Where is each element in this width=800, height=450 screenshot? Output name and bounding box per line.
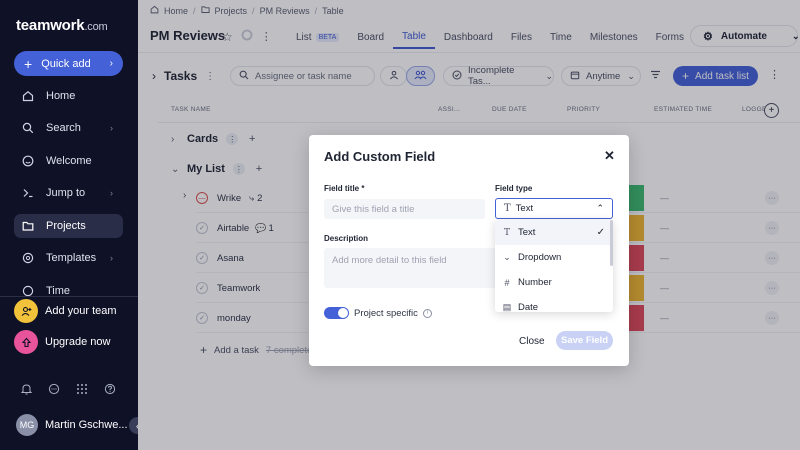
- date-icon: ▤: [502, 302, 512, 312]
- chevron-right-icon: ›: [110, 188, 113, 198]
- add-custom-field-dialog: Add Custom Field ✕ Field title * Field t…: [309, 135, 629, 366]
- home-icon: [21, 90, 35, 102]
- search-icon: [21, 122, 35, 134]
- upgrade-icon: [14, 330, 38, 354]
- number-icon: #: [504, 277, 510, 288]
- sidebar-item-time[interactable]: Time: [14, 279, 123, 296]
- sidebar-bottom-icons: [20, 383, 116, 395]
- sidebar-item-search[interactable]: Search ›: [14, 116, 123, 140]
- option-label: Text: [518, 227, 536, 238]
- sidebar-item-welcome[interactable]: Welcome: [14, 149, 123, 173]
- logo-suffix: .com: [84, 21, 108, 33]
- apps-grid-icon[interactable]: [76, 383, 88, 395]
- upgrade-now-button[interactable]: Upgrade now: [14, 329, 110, 355]
- sidebar-item-label: Time: [46, 285, 71, 296]
- chevron-right-icon: ›: [110, 253, 113, 263]
- quick-add-button[interactable]: + Quick add ›: [14, 51, 123, 76]
- text-icon: T: [504, 203, 511, 214]
- description-input[interactable]: [324, 248, 496, 288]
- app-logo[interactable]: teamwork.com: [16, 17, 108, 34]
- chevron-right-icon: ›: [110, 123, 113, 133]
- sidebar-divider: [0, 296, 138, 297]
- avatar: MG: [16, 414, 38, 436]
- chat-icon[interactable]: [48, 383, 60, 395]
- promo-label: Add your team: [45, 305, 117, 317]
- dropdown-scrollbar[interactable]: [610, 220, 613, 266]
- user-name: Martin Gschwe...: [45, 419, 128, 431]
- bell-icon[interactable]: [20, 383, 32, 395]
- folder-icon: [21, 220, 35, 232]
- option-number[interactable]: # Number: [495, 270, 613, 295]
- sidebar-item-label: Jump to: [46, 187, 86, 199]
- clock-icon: [21, 285, 35, 296]
- smile-icon: [21, 155, 35, 167]
- user-profile[interactable]: MG Martin Gschwe...: [16, 414, 128, 436]
- dialog-title: Add Custom Field: [324, 149, 436, 164]
- sidebar: teamwork.com + Quick add › Home Search ›…: [0, 0, 146, 450]
- sidebar-item-jump-to[interactable]: Jump to ›: [14, 181, 123, 205]
- add-your-team-button[interactable]: Add your team: [14, 298, 117, 324]
- option-label: Dropdown: [518, 252, 562, 263]
- plus-icon: +: [24, 55, 33, 72]
- field-type-value: Text: [515, 203, 534, 214]
- quick-add-label: Quick add: [41, 57, 91, 70]
- text-icon: T: [503, 227, 510, 238]
- sidebar-item-label: Templates: [46, 252, 97, 264]
- option-label: Date: [518, 302, 539, 312]
- field-type-label: Field type: [495, 184, 533, 193]
- jump-icon: [21, 187, 35, 199]
- description-label: Description: [324, 234, 369, 243]
- close-icon[interactable]: ✕: [604, 148, 615, 164]
- logo-text: teamwork: [16, 17, 85, 34]
- sidebar-item-templates[interactable]: Templates ›: [14, 246, 123, 270]
- option-text[interactable]: T Text ✓: [495, 220, 613, 245]
- project-specific-toggle-row: Project specific i: [324, 307, 432, 319]
- help-icon[interactable]: [104, 383, 116, 395]
- promo-label: Upgrade now: [45, 336, 111, 348]
- chevron-up-icon: ⌃: [596, 203, 604, 213]
- sidebar-item-label: Welcome: [46, 155, 92, 167]
- field-type-select[interactable]: T Text ⌃: [495, 198, 613, 219]
- sidebar-item-projects[interactable]: Projects: [14, 214, 123, 238]
- field-title-label: Field title *: [324, 184, 365, 193]
- option-dropdown[interactable]: ⌄ Dropdown: [495, 245, 613, 270]
- info-icon[interactable]: i: [422, 308, 432, 318]
- close-button[interactable]: Close: [519, 336, 545, 347]
- sidebar-item-label: Home: [46, 90, 76, 102]
- sidebar-item-label: Search: [46, 122, 81, 134]
- dropdown-icon: ⌄: [503, 252, 511, 262]
- checkmark-icon: ✓: [596, 227, 605, 238]
- option-date[interactable]: ▤ Date: [495, 295, 613, 312]
- chevron-right-icon: ›: [109, 58, 113, 69]
- option-label: Number: [518, 277, 552, 288]
- field-title-input[interactable]: [324, 199, 485, 219]
- add-user-icon: [14, 299, 38, 323]
- save-field-button[interactable]: Save Field: [556, 331, 613, 350]
- project-specific-toggle[interactable]: [324, 307, 349, 319]
- sidebar-item-home[interactable]: Home: [14, 84, 123, 108]
- field-type-dropdown: T Text ✓ ⌄ Dropdown # Number ▤ Date: [495, 220, 613, 312]
- sidebar-item-label: Projects: [46, 220, 86, 232]
- templates-icon: [21, 252, 35, 264]
- project-specific-label: Project specific: [354, 307, 418, 319]
